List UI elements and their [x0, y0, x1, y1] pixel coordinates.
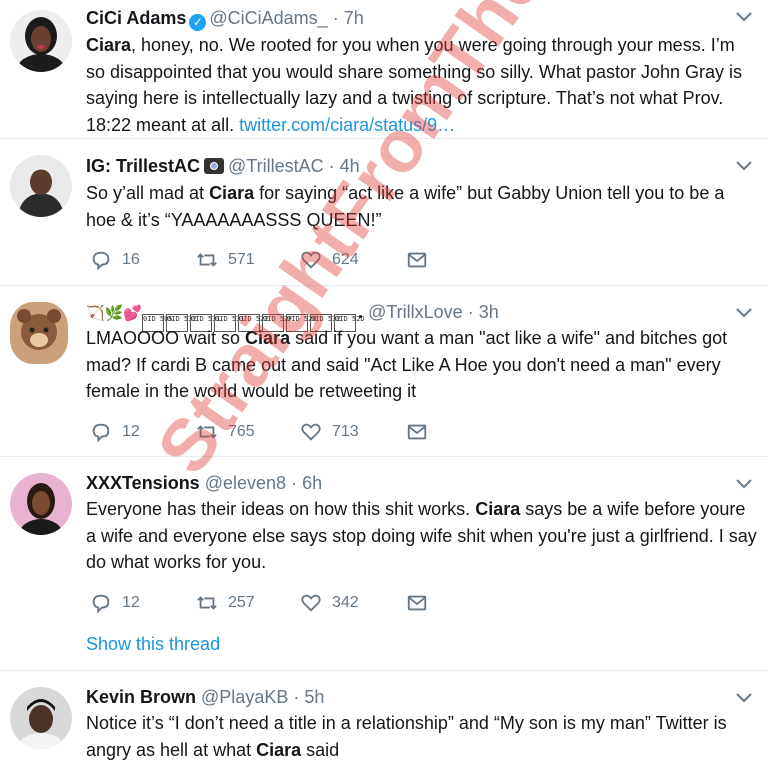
tweet-text: Ciara, honey, no. We rooted for you when… — [86, 32, 758, 138]
name-emoji: 🏹🌿💕 — [86, 305, 143, 322]
highlighted-term: Ciara — [86, 35, 132, 55]
tweet-text-part: said — [301, 739, 340, 760]
reply-count: 12 — [122, 423, 140, 440]
tweet-header: XXXTensions @eleven8 · 6h — [86, 472, 322, 494]
display-name[interactable]: XXXTensions — [86, 473, 200, 493]
reply-button[interactable]: 12 — [90, 592, 140, 614]
reply-button[interactable]: 12 — [90, 421, 140, 443]
avatar[interactable] — [10, 473, 72, 535]
heart-icon — [301, 594, 321, 612]
tweet-text-part: LMAOOOO wait so — [86, 328, 246, 348]
chevron-down-icon[interactable] — [734, 689, 754, 705]
separator-dot: · — [332, 8, 339, 28]
tweet-kevin-brown[interactable]: Kevin Brown @PlayaKB · 5h Notice it’s “I… — [0, 671, 768, 760]
timestamp[interactable]: 6h — [302, 473, 322, 493]
tweet-header: CiCi Adams ✓ @CiCiAdams_ · 7h — [86, 7, 364, 31]
direct-message-button[interactable] — [406, 249, 428, 271]
tweet-actions: 12 257 342 — [86, 592, 446, 616]
tweet-actions: 12 765 713 — [86, 421, 446, 445]
separator-dot: · — [293, 687, 300, 707]
verified-badge-icon: ✓ — [189, 14, 207, 31]
user-handle[interactable]: @PlayaKB — [201, 687, 288, 707]
like-button[interactable]: 624 — [300, 249, 359, 271]
chevron-down-icon[interactable] — [734, 475, 754, 491]
separator-dot: · — [467, 302, 474, 322]
envelope-icon — [407, 252, 427, 268]
avatar[interactable] — [10, 302, 68, 364]
retweet-icon — [197, 253, 217, 267]
display-name[interactable]: CiCi Adams — [86, 8, 186, 28]
tweet-text: So y’all mad at Ciara for saying “act li… — [86, 180, 758, 233]
separator-dot: · — [328, 156, 335, 176]
tweet-header: Kevin Brown @PlayaKB · 5h — [86, 686, 324, 708]
like-count: 624 — [332, 251, 359, 268]
retweet-button[interactable]: 765 — [196, 421, 255, 443]
user-handle[interactable]: @eleven8 — [205, 473, 286, 493]
display-name-suffix[interactable]: . — [358, 302, 363, 322]
retweet-icon — [197, 596, 217, 610]
tweet-header: IG: TrillestAC @TrillestAC · 4h — [86, 155, 360, 177]
tweet-text: LMAOOOO wait so Ciara said if you want a… — [86, 325, 758, 405]
like-button[interactable]: 342 — [300, 592, 359, 614]
avatar[interactable] — [10, 155, 72, 217]
reply-button[interactable]: 16 — [90, 249, 140, 271]
highlighted-term: Ciara — [475, 499, 521, 519]
separator-dot: · — [291, 473, 298, 493]
tweet-text-part: So y’all mad at — [86, 183, 210, 203]
direct-message-button[interactable] — [406, 421, 428, 443]
tweet-text: Notice it’s “I don’t need a title in a r… — [86, 710, 758, 763]
reply-count: 16 — [122, 251, 140, 268]
heart-icon — [301, 423, 321, 441]
highlighted-term: Ciara — [256, 739, 302, 760]
camera-icon — [204, 158, 225, 174]
chevron-down-icon[interactable] — [734, 157, 754, 173]
reply-count: 12 — [122, 594, 140, 611]
like-count: 342 — [332, 594, 359, 611]
avatar[interactable] — [10, 687, 72, 749]
show-thread-link[interactable]: Show this thread — [86, 634, 220, 655]
envelope-icon — [407, 424, 427, 440]
retweet-icon — [197, 425, 217, 439]
tweet-text: Everyone has their ideas on how this shi… — [86, 496, 758, 576]
reply-icon — [92, 423, 110, 443]
tweet-cici-adams[interactable]: CiCi Adams ✓ @CiCiAdams_ · 7h Ciara, honey… — [0, 0, 768, 139]
user-handle[interactable]: @TrillestAC — [228, 156, 324, 176]
avatar[interactable] — [10, 10, 72, 72]
user-handle[interactable]: @TrillxLove — [368, 302, 463, 322]
timestamp[interactable]: 7h — [344, 8, 364, 28]
tweet-trillestac[interactable]: IG: TrillestAC @TrillestAC · 4h So y’all … — [0, 139, 768, 286]
envelope-icon — [407, 595, 427, 611]
tweet-text-part: Everyone has their ideas on how this shi… — [86, 499, 476, 519]
direct-message-button[interactable] — [406, 592, 428, 614]
tweet-text-part: Notice it’s “I don’t need a title in a r… — [86, 713, 727, 760]
chevron-down-icon[interactable] — [734, 304, 754, 320]
display-name[interactable]: IG: TrillestAC — [86, 156, 200, 176]
retweet-button[interactable]: 571 — [196, 249, 255, 271]
tweet-xxxtensions[interactable]: XXXTensions @eleven8 · 6h Everyone has t… — [0, 457, 768, 671]
display-name[interactable]: Kevin Brown — [86, 687, 196, 707]
like-button[interactable]: 713 — [300, 421, 359, 443]
retweet-count: 765 — [228, 423, 255, 440]
chevron-down-icon[interactable] — [734, 8, 754, 24]
timestamp[interactable]: 3h — [479, 302, 499, 322]
user-handle[interactable]: @CiCiAdams_ — [209, 8, 327, 28]
retweet-count: 257 — [228, 594, 255, 611]
heart-icon — [301, 251, 321, 269]
timestamp[interactable]: 5h — [304, 687, 324, 707]
highlighted-term: Ciara — [209, 183, 255, 203]
highlighted-term: Ciara — [245, 328, 291, 348]
reply-icon — [92, 251, 110, 271]
timestamp[interactable]: 4h — [340, 156, 360, 176]
tweet-link[interactable]: twitter.com/ciara/status/9… — [239, 115, 455, 135]
like-count: 713 — [332, 423, 359, 440]
retweet-button[interactable]: 257 — [196, 592, 255, 614]
retweet-count: 571 — [228, 251, 255, 268]
tweet-actions: 16 571 624 — [86, 249, 446, 273]
reply-icon — [92, 594, 110, 614]
tweet-trillxlove[interactable]: 🏹🌿💕0ID 5050ID 5320ID 5310ID 5310ID 5220I… — [0, 286, 768, 457]
